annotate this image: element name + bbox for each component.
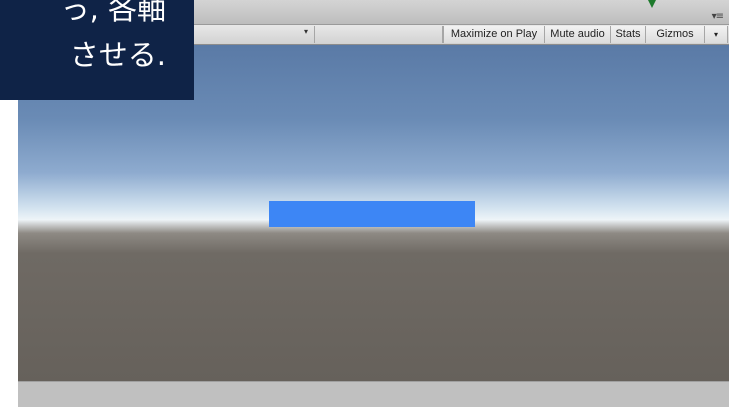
gizmos-button[interactable]: Gizmos [645,26,704,43]
mute-audio-button[interactable]: Mute audio [544,26,610,43]
window-bottom-strip [18,381,729,407]
caption-line-1: っ, 各軸 [60,0,166,26]
aspect-ratio-dropdown[interactable]: ▾ [188,26,315,43]
tab-menu-icon[interactable]: ▾≡ [712,11,724,22]
chevron-down-icon: ▾ [713,30,718,39]
pointer-marker-icon [648,0,656,8]
caption-overlay: っ, 各軸 させる. [0,0,194,100]
caption-line-2: させる. [69,38,166,72]
chevron-down-icon: ▾ [303,27,308,36]
maximize-on-play-button[interactable]: Maximize on Play [443,26,544,43]
toolbar-spacer [318,26,443,43]
stats-button[interactable]: Stats [610,26,645,43]
scene-object-bar [269,201,475,227]
gizmos-dropdown-button[interactable]: ▾ [704,26,728,43]
